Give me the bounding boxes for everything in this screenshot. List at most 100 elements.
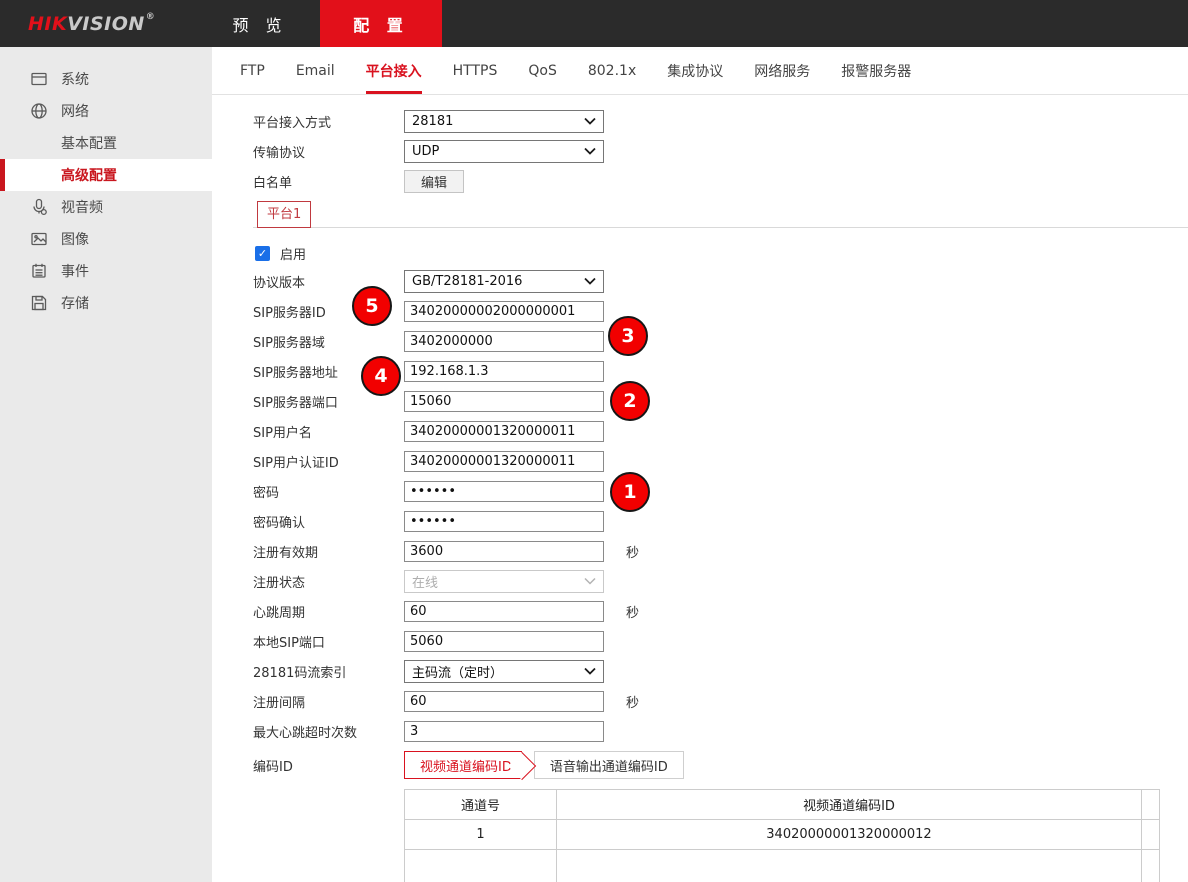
tab-alarm-server[interactable]: 报警服务器 xyxy=(841,47,911,94)
sip-auth-id-input[interactable] xyxy=(404,451,604,472)
max-heartbeat-timeout-input[interactable] xyxy=(404,721,604,742)
sidebar-item-storage[interactable]: 存储 xyxy=(0,287,212,319)
sip-server-address-input[interactable] xyxy=(404,361,604,382)
microphone-icon xyxy=(30,198,48,216)
step-badge-3: 3 xyxy=(608,316,648,356)
chevron-down-icon xyxy=(584,577,596,585)
sidebar-item-advanced-config[interactable]: 高级配置 xyxy=(0,159,212,191)
video-encoding-id-cell xyxy=(557,850,1142,882)
password-confirm-input[interactable] xyxy=(404,511,604,532)
chevron-down-icon xyxy=(584,667,596,675)
seconds-unit: 秒 xyxy=(626,602,639,621)
transport-protocol-label: 传输协议 xyxy=(253,142,404,161)
seconds-unit: 秒 xyxy=(626,542,639,561)
enable-label: 启用 xyxy=(280,244,306,263)
event-icon xyxy=(30,262,48,280)
registration-validity-input[interactable] xyxy=(404,541,604,562)
sidebar-item-system[interactable]: 系统 xyxy=(0,63,212,95)
spacer-column-header xyxy=(1142,790,1160,820)
sidebar-item-label: 存储 xyxy=(61,293,89,313)
heartbeat-interval-input[interactable] xyxy=(404,601,604,622)
whitelist-edit-button[interactable]: 编辑 xyxy=(404,170,464,193)
step-badge-2: 2 xyxy=(610,381,650,421)
sidebar-item-label: 事件 xyxy=(61,261,89,281)
transport-protocol-select[interactable]: UDP xyxy=(404,140,604,163)
logo-vision: VISION xyxy=(67,13,145,35)
system-icon xyxy=(30,70,48,88)
network-icon xyxy=(30,102,48,120)
stream-index-label: 28181码流索引 xyxy=(253,662,404,681)
nav-configuration[interactable]: 配 置 xyxy=(320,0,442,47)
encoding-id-tabs: 视频通道编码ID 语音输出通道编码ID xyxy=(404,751,684,779)
sip-username-input[interactable] xyxy=(404,421,604,442)
tab-802-1x[interactable]: 802.1x xyxy=(588,47,636,94)
settings-tab-bar: FTP Email 平台接入 HTTPS QoS 802.1x 集成协议 网络服… xyxy=(212,47,1188,95)
sidebar-item-basic-config[interactable]: 基本配置 xyxy=(0,127,212,159)
top-nav: 预 览 配 置 xyxy=(200,0,442,47)
tab-integration-protocol[interactable]: 集成协议 xyxy=(667,47,723,94)
sidebar-item-label: 网络 xyxy=(61,101,89,121)
tab-qos[interactable]: QoS xyxy=(528,47,556,94)
spacer-cell xyxy=(1142,820,1160,850)
password-input[interactable] xyxy=(404,481,604,502)
video-encoding-id-cell: 34020000001320000012 xyxy=(557,820,1142,850)
sidebar-item-image[interactable]: 图像 xyxy=(0,223,212,255)
sip-server-port-input[interactable] xyxy=(404,391,604,412)
tab-platform-access[interactable]: 平台接入 xyxy=(366,47,422,94)
platform-group-bar: 平台1 xyxy=(253,201,1188,228)
tab-video-channel-encoding-id[interactable]: 视频通道编码ID xyxy=(404,751,522,779)
encoding-id-table: 通道号 视频通道编码ID 1 34020000001320000012 xyxy=(404,789,1160,882)
sidebar-item-label: 高级配置 xyxy=(61,165,117,185)
registration-interval-input[interactable] xyxy=(404,691,604,712)
tab-ftp[interactable]: FTP xyxy=(240,47,265,94)
local-sip-port-label: 本地SIP端口 xyxy=(253,632,404,651)
table-header-row: 通道号 视频通道编码ID xyxy=(405,790,1160,820)
channel-number-header: 通道号 xyxy=(405,790,557,820)
selected-value: UDP xyxy=(412,144,439,159)
channel-number-cell: 1 xyxy=(405,820,557,850)
enable-checkbox[interactable]: ✓ xyxy=(255,246,270,261)
tab-email[interactable]: Email xyxy=(296,47,335,94)
password-label: 密码 xyxy=(253,482,404,501)
step-badge-5: 5 xyxy=(352,286,392,326)
chevron-down-icon xyxy=(584,277,596,285)
sidebar-item-label: 图像 xyxy=(61,229,89,249)
local-sip-port-input[interactable] xyxy=(404,631,604,652)
step-badge-1: 1 xyxy=(610,472,650,512)
sidebar-item-label: 基本配置 xyxy=(61,133,117,153)
spacer-cell xyxy=(1142,850,1160,882)
tab-platform-1[interactable]: 平台1 xyxy=(257,201,311,228)
registration-status-select: 在线 xyxy=(404,570,604,593)
registration-validity-label: 注册有效期 xyxy=(253,542,404,561)
top-bar: HIKVISION® 预 览 配 置 xyxy=(0,0,1188,47)
sip-server-domain-input[interactable] xyxy=(404,331,604,352)
sidebar-item-label: 视音频 xyxy=(61,197,103,217)
sip-server-id-input[interactable] xyxy=(404,301,604,322)
registration-interval-label: 注册间隔 xyxy=(253,692,404,711)
image-icon xyxy=(30,230,48,248)
chevron-down-icon xyxy=(584,117,596,125)
tab-https[interactable]: HTTPS xyxy=(453,47,498,94)
page: 5 3 4 2 1 HIKVISION® 预 览 配 置 系统 网络 xyxy=(0,0,1188,882)
selected-value: 在线 xyxy=(412,572,438,591)
encoding-id-table-wrap: 通道号 视频通道编码ID 1 34020000001320000012 xyxy=(404,789,1188,882)
hikvision-logo: HIKVISION® xyxy=(28,0,200,47)
floppy-disk-icon xyxy=(30,294,48,312)
sidebar-item-video-audio[interactable]: 视音频 xyxy=(0,191,212,223)
tab-network-service[interactable]: 网络服务 xyxy=(754,47,810,94)
registered-mark: ® xyxy=(146,12,156,22)
sidebar-item-network[interactable]: 网络 xyxy=(0,95,212,127)
platform-access-form: 平台接入方式 28181 传输协议 UDP 白名单 编辑 xyxy=(212,95,1188,882)
tab-audio-output-channel-encoding-id[interactable]: 语音输出通道编码ID xyxy=(534,751,684,779)
sip-auth-id-label: SIP用户认证ID xyxy=(253,452,404,471)
channel-number-cell xyxy=(405,850,557,882)
sidebar-item-label: 系统 xyxy=(61,69,89,89)
protocol-version-select[interactable]: GB/T28181-2016 xyxy=(404,270,604,293)
sip-username-label: SIP用户名 xyxy=(253,422,404,441)
chevron-down-icon xyxy=(584,147,596,155)
platform-access-mode-select[interactable]: 28181 xyxy=(404,110,604,133)
stream-index-select[interactable]: 主码流（定时） xyxy=(404,660,604,683)
sidebar-item-event[interactable]: 事件 xyxy=(0,255,212,287)
password-confirm-label: 密码确认 xyxy=(253,512,404,531)
nav-preview[interactable]: 预 览 xyxy=(200,0,320,47)
